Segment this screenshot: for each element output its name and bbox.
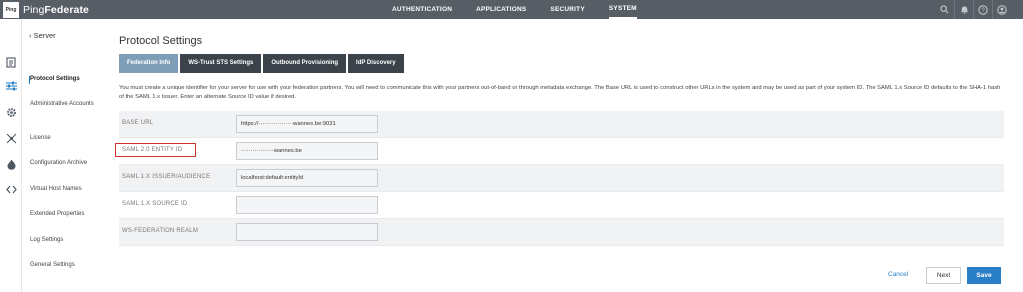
sidebar-item-extended-properties[interactable]: Extended Properties (30, 210, 108, 219)
field-row-base-url: BASE URL https://··················wanne… (119, 111, 1004, 138)
top-nav: AUTHENTICATION APPLICATIONS SECURITY SYS… (392, 0, 661, 19)
logo-text: Ping (5, 6, 17, 13)
saml1-issuer-input[interactable]: localhost:default:entityId (236, 169, 378, 187)
page-title: Protocol Settings (119, 35, 203, 47)
brand-prefix: Ping (23, 3, 45, 16)
highlight-box (115, 143, 196, 157)
next-button[interactable]: Next (926, 267, 961, 284)
nav-system[interactable]: SYSTEM (608, 0, 637, 19)
ws-federation-realm-label: WS-FEDERATION REALM (122, 228, 199, 234)
field-row-saml2-entity-id: SAML 2.0 ENTITY ID ·················wann… (119, 138, 1004, 165)
help-icon[interactable]: ? (973, 0, 992, 19)
ws-federation-realm-input[interactable] (236, 223, 378, 241)
user-icon[interactable] (992, 0, 1011, 19)
sliders-icon[interactable] (3, 78, 19, 94)
sidebar-item-general-settings[interactable]: General Settings (30, 261, 108, 270)
document-icon[interactable] (3, 54, 19, 70)
icon-rail (0, 19, 22, 292)
tab-ws-trust-sts-settings[interactable]: WS-Trust STS Settings (180, 54, 262, 73)
cancel-button[interactable]: Cancel (888, 271, 908, 278)
tab-outbound-provisioning[interactable]: Outbound Provisioning (263, 54, 347, 73)
search-icon[interactable] (935, 0, 954, 19)
tab-idp-discovery[interactable]: IdP Discovery (348, 54, 404, 73)
back-label: Server (33, 31, 56, 40)
field-row-saml1-issuer: SAML 1.X ISSUER/AUDIENCE localhost:defau… (119, 165, 1004, 192)
fire-icon[interactable] (3, 156, 19, 172)
tab-federation-info[interactable]: Federation Info (119, 54, 179, 73)
field-row-ws-federation-realm: WS-FEDERATION REALM (119, 219, 1004, 246)
back-to-server-link[interactable]: ‹ Server (29, 31, 56, 40)
saml1-source-id-input[interactable] (236, 196, 378, 214)
bell-icon[interactable] (954, 0, 973, 19)
field-row-saml1-source-id: SAML 1.X SOURCE ID (119, 192, 1004, 219)
nav-security[interactable]: SECURITY (550, 0, 584, 19)
top-icons: ? (935, 0, 1011, 19)
network-icon[interactable] (3, 130, 19, 146)
brand-name[interactable]: PingFederate (23, 4, 89, 16)
description-text: You must create a unique identifier for … (119, 85, 1001, 101)
tab-bar: Federation Info WS-Trust STS Settings Ou… (119, 54, 406, 73)
sidebar: ‹ Server Protocol Settings Administrativ… (23, 19, 111, 292)
sidebar-item-configuration-archive[interactable]: Configuration Archive (30, 159, 108, 168)
save-button[interactable]: Save (967, 267, 1001, 284)
base-url-label: BASE URL (122, 120, 154, 126)
gear-icon[interactable] (3, 104, 19, 120)
sidebar-item-log-settings[interactable]: Log Settings (30, 236, 108, 245)
base-url-input[interactable]: https://··················wannes.be:9031 (236, 115, 378, 133)
saml1-source-id-label: SAML 1.X SOURCE ID (122, 201, 188, 207)
saml1-issuer-label: SAML 1.X ISSUER/AUDIENCE (122, 174, 211, 180)
sidebar-item-virtual-host-names[interactable]: Virtual Host Names (30, 185, 108, 194)
sidebar-item-administrative-accounts[interactable]: Administrative Accounts (30, 100, 108, 109)
saml2-entity-id-input[interactable]: ·················wannes.be (236, 142, 378, 160)
nav-authentication[interactable]: AUTHENTICATION (392, 0, 452, 19)
ping-logo: Ping (3, 1, 19, 18)
nav-applications[interactable]: APPLICATIONS (476, 0, 526, 19)
federation-info-form: BASE URL https://··················wanne… (119, 111, 1004, 246)
code-icon[interactable] (3, 181, 19, 197)
brand-suffix: Federate (44, 3, 89, 16)
top-bar: Ping PingFederate AUTHENTICATION APPLICA… (0, 0, 1023, 19)
sidebar-item-license[interactable]: License (30, 134, 108, 143)
sidebar-item-protocol-settings[interactable]: Protocol Settings (30, 75, 108, 84)
